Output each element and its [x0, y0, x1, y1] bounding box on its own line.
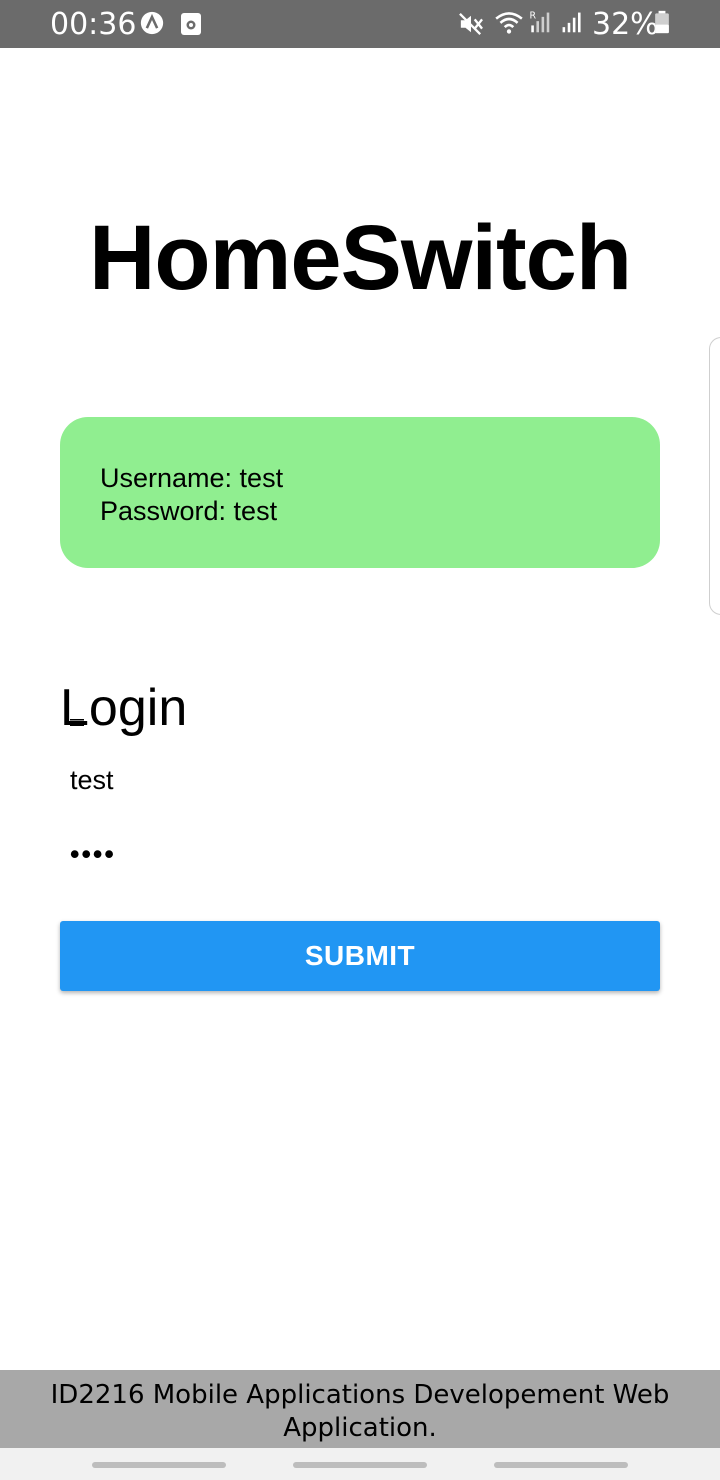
password-input[interactable] — [60, 828, 660, 880]
login-heading: Login — [60, 679, 188, 737]
navigation-bar — [0, 1448, 720, 1480]
footer: ID2216 Mobile Applications Developement … — [0, 1370, 720, 1448]
home-nav-button[interactable] — [293, 1462, 427, 1468]
battery-icon — [655, 10, 669, 34]
credentials-username: Username: test — [100, 463, 284, 493]
recents-nav-button[interactable] — [92, 1462, 226, 1468]
username-input[interactable] — [60, 754, 660, 806]
a-circle-icon — [140, 11, 164, 35]
mute-icon — [459, 13, 483, 35]
signal-roaming-icon: R — [530, 11, 550, 33]
edge-panel-handle[interactable] — [709, 337, 720, 615]
credentials-card: Username: test Password: test — [60, 417, 660, 568]
battery-percent: 32% — [592, 7, 659, 42]
back-nav-button[interactable] — [494, 1462, 628, 1468]
signal-icon — [562, 12, 581, 33]
status-time: 00:36 — [50, 7, 137, 42]
credentials-password: Password: test — [100, 496, 278, 526]
svg-text:R: R — [530, 11, 537, 22]
wifi-icon — [495, 12, 523, 34]
calendar-icon — [181, 13, 201, 35]
status-bar: 00:36 R 32% — [0, 0, 720, 48]
app-title: HomeSwitch — [88, 207, 632, 309]
submit-button[interactable]: SUBMIT — [60, 921, 660, 991]
text-cursor-icon — [70, 719, 84, 726]
footer-text: ID2216 Mobile Applications Developement … — [50, 1380, 670, 1443]
